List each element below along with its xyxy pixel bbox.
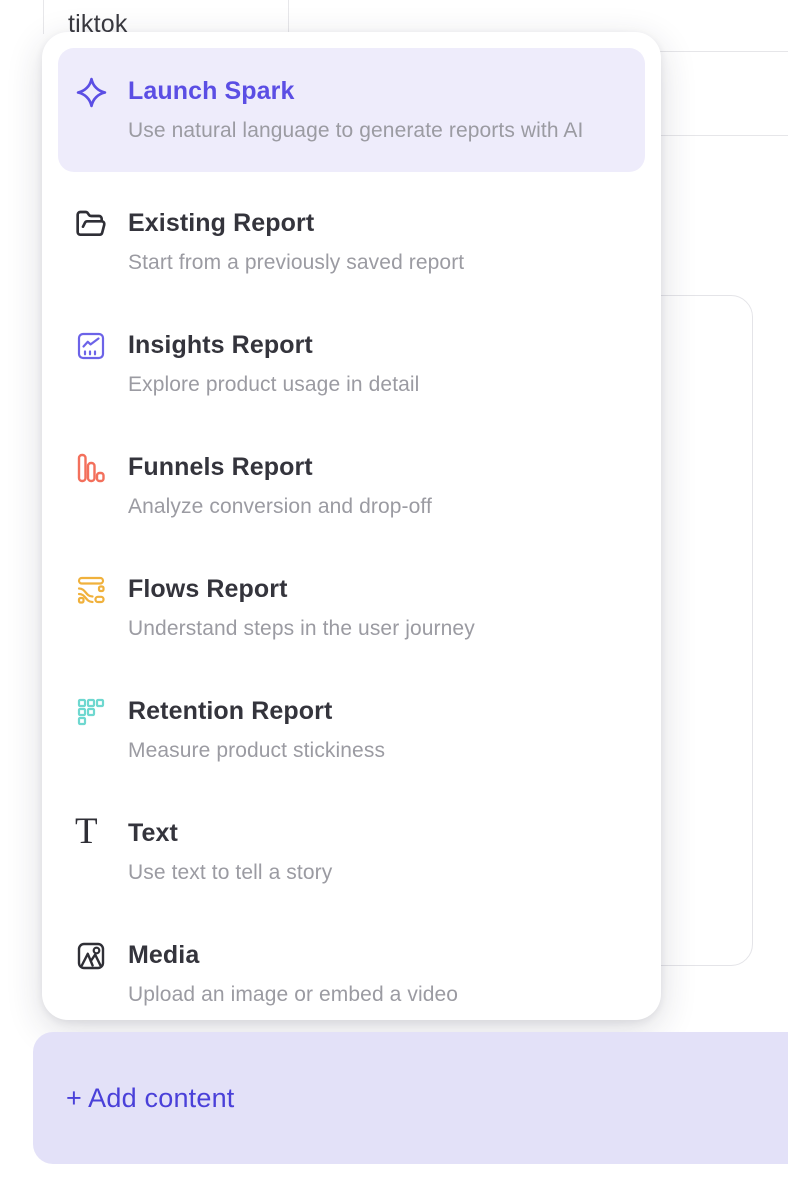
background-row-divider <box>655 51 788 52</box>
insights-chart-icon <box>75 330 109 362</box>
menu-item-flows-report[interactable]: Flows Report Understand steps in the use… <box>75 572 645 646</box>
spark-icon <box>75 76 109 109</box>
menu-item-description: Upload an image or embed a video <box>128 978 458 1012</box>
folder-open-icon <box>75 208 109 240</box>
table-column-divider <box>43 0 44 34</box>
menu-item-title: Insights Report <box>128 328 419 362</box>
menu-item-title: Flows Report <box>128 572 475 606</box>
add-content-label: + Add content <box>66 1083 235 1114</box>
retention-grid-icon <box>75 696 109 728</box>
menu-item-existing-report[interactable]: Existing Report Start from a previously … <box>75 206 645 280</box>
menu-item-title: Media <box>128 938 458 972</box>
menu-item-title: Funnels Report <box>128 450 432 484</box>
flows-icon <box>75 574 109 606</box>
media-image-icon <box>75 940 109 972</box>
add-content-button[interactable]: + Add content <box>33 1032 788 1164</box>
menu-item-insights-report[interactable]: Insights Report Explore product usage in… <box>75 328 645 402</box>
menu-item-funnels-report[interactable]: Funnels Report Analyze conversion and dr… <box>75 450 645 524</box>
menu-item-description: Analyze conversion and drop-off <box>128 490 432 524</box>
menu-item-title: Retention Report <box>128 694 385 728</box>
menu-item-text[interactable]: T Text Use text to tell a story <box>75 816 645 890</box>
menu-item-launch-spark[interactable]: Launch Spark Use natural language to gen… <box>58 48 645 172</box>
add-content-menu: Launch Spark Use natural language to gen… <box>42 32 661 1020</box>
menu-item-description: Use text to tell a story <box>128 856 332 890</box>
menu-item-description: Start from a previously saved report <box>128 246 464 280</box>
funnels-bars-icon <box>75 452 109 484</box>
menu-item-retention-report[interactable]: Retention Report Measure product stickin… <box>75 694 645 768</box>
table-column-divider <box>288 0 289 36</box>
menu-item-description: Measure product stickiness <box>128 734 385 768</box>
background-row-divider <box>655 135 788 136</box>
menu-item-description: Use natural language to generate reports… <box>128 114 583 148</box>
menu-item-description: Understand steps in the user journey <box>128 612 475 646</box>
menu-item-media[interactable]: Media Upload an image or embed a video <box>75 938 645 1012</box>
menu-item-description: Explore product usage in detail <box>128 368 419 402</box>
menu-item-title: Text <box>128 816 332 850</box>
screen: tiktok Launch Spark Use natural language… <box>0 0 788 1200</box>
menu-item-title: Existing Report <box>128 206 464 240</box>
menu-item-title: Launch Spark <box>128 74 583 108</box>
text-icon: T <box>75 818 109 848</box>
